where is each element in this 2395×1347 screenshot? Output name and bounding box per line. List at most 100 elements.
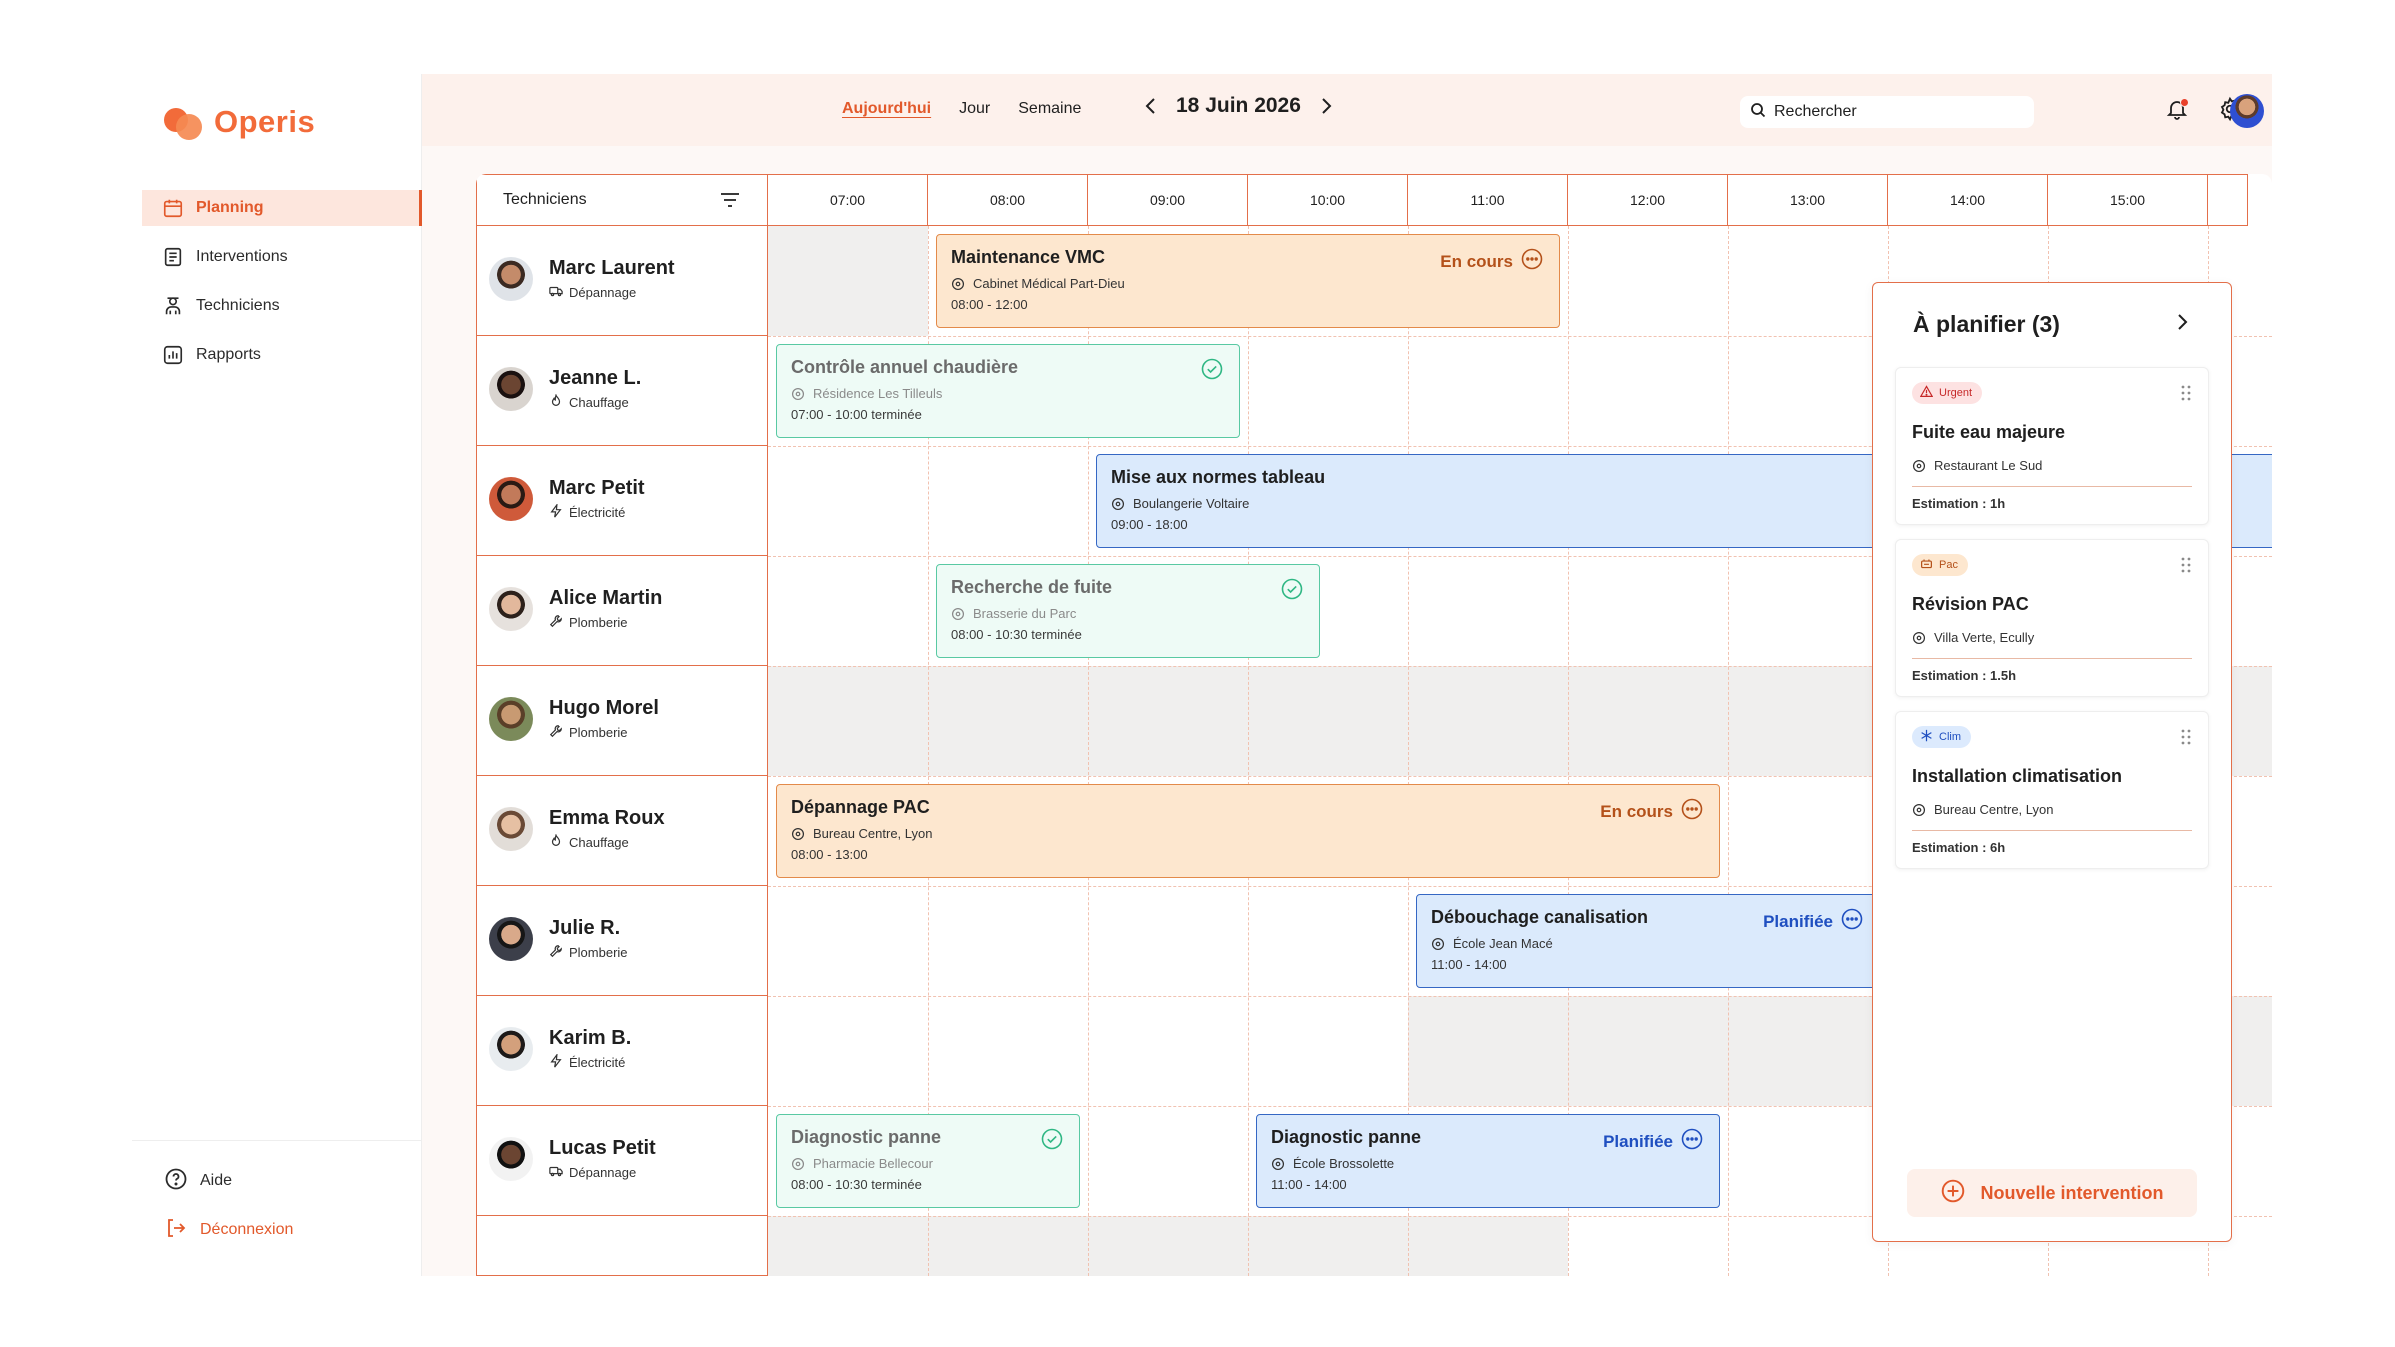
technician-row-header[interactable]: Marc Petit Électricité — [476, 446, 768, 556]
technician-avatar — [489, 367, 533, 411]
intervention-time: 08:00 - 10:30 terminée — [791, 1177, 922, 1192]
more-options-icon[interactable] — [1521, 248, 1543, 275]
intervention-location-label: École Jean Macé — [1453, 936, 1553, 951]
hour-header-1000: 10:00 — [1248, 174, 1408, 226]
technician-specialty-label: Dépannage — [569, 1165, 637, 1180]
notification-button[interactable] — [2162, 96, 2192, 126]
intervention-location: Bureau Centre, Lyon — [791, 826, 1705, 841]
intervention-location: Résidence Les Tilleuls — [791, 386, 1225, 401]
technician-avatar — [489, 257, 533, 301]
technician-row-header[interactable]: Marc Laurent Dépannage — [476, 226, 768, 336]
filter-icon[interactable] — [719, 189, 741, 216]
technicians-header: Techniciens — [476, 174, 768, 226]
technician-row-header[interactable]: Jeanne L. Chauffage — [476, 336, 768, 446]
location-pin-icon — [1271, 1157, 1285, 1170]
sidebar-item-planning[interactable]: Planning — [142, 190, 422, 226]
location-pin-icon — [791, 387, 805, 400]
intervention-card[interactable]: Recherche de fuite Brasserie du Parc 08:00… — [936, 564, 1320, 658]
logout-link[interactable]: Déconnexion — [132, 1218, 422, 1242]
new-intervention-label: Nouvelle intervention — [1980, 1182, 2164, 1203]
technician-row-header[interactable]: Julie R. Plomberie — [476, 886, 768, 996]
technician-avatar — [489, 587, 533, 631]
chevron-right-icon[interactable] — [1315, 95, 1337, 117]
to-schedule-card[interactable]: Pac Révision PAC Villa Verte, Ecully Estima… — [1895, 539, 2209, 697]
technician-name: Marc Petit — [549, 477, 645, 499]
technician-icon — [162, 295, 184, 317]
technician-specialty-label: Dépannage — [569, 285, 637, 300]
hour-header-1300: 13:00 — [1728, 174, 1888, 226]
intervention-card[interactable]: Débouchage canalisation École Jean Macé 11… — [1416, 894, 1880, 988]
help-label: Aide — [200, 1172, 233, 1189]
to-schedule-title: Fuite eau majeure — [1912, 422, 2066, 442]
sidebar-item-rapports[interactable]: Rapports — [142, 337, 422, 373]
drag-handle-icon[interactable] — [2180, 728, 2192, 751]
badge-label: Clim — [1939, 731, 1961, 743]
location-pin-icon — [951, 607, 965, 620]
intervention-time: 07:00 - 10:00 terminée — [791, 407, 922, 422]
sidebar-item-interventions[interactable]: Interventions — [142, 239, 422, 275]
technician-row-header[interactable]: Hugo Morel Plomberie — [476, 666, 768, 776]
hour-header-1200: 12:00 — [1568, 174, 1728, 226]
intervention-card[interactable]: Dépannage PAC Bureau Centre, Lyon 08:00 - … — [776, 784, 1720, 878]
technician-name: Hugo Morel — [549, 697, 659, 719]
van-icon — [549, 1164, 563, 1181]
to-schedule-card[interactable]: Clim Installation climatisation Bureau Cen… — [1895, 711, 2209, 869]
priority-badge: Clim — [1912, 726, 1971, 748]
intervention-title: Diagnostic panne — [791, 1127, 942, 1147]
technicians-header-label: Techniciens — [503, 191, 587, 208]
logout-label: Déconnexion — [200, 1221, 294, 1238]
technician-row-header[interactable]: Karim B. Électricité — [476, 996, 768, 1106]
intervention-location: École Jean Macé — [1431, 936, 1865, 951]
new-intervention-button[interactable]: Nouvelle intervention — [1907, 1169, 2197, 1217]
sidebar-item-techniciens[interactable]: Techniciens — [142, 288, 422, 324]
panel-title: À planifier (3) — [1913, 311, 2060, 337]
technician-row-header[interactable]: Lucas Petit Dépannage — [476, 1106, 768, 1216]
intervention-card[interactable]: Maintenance VMC Cabinet Médical Part-Dieu… — [936, 234, 1560, 328]
tab-week[interactable]: Semaine — [1018, 100, 1081, 118]
drag-handle-icon[interactable] — [2180, 556, 2192, 579]
user-avatar[interactable] — [2230, 94, 2264, 128]
badge-label: Urgent — [1939, 387, 1973, 399]
location-pin-icon — [791, 1157, 805, 1170]
to-schedule-estimate: Estimation : 1h — [1912, 496, 2006, 511]
search-input[interactable] — [1774, 103, 2014, 121]
technician-avatar — [489, 807, 533, 851]
chevron-right-icon[interactable] — [2175, 313, 2189, 336]
to-schedule-card[interactable]: Urgent Fuite eau majeure Restaurant Le Sud… — [1895, 367, 2209, 525]
technician-row-header[interactable]: Emma Roux Chauffage — [476, 776, 768, 886]
intervention-location: Brasserie du Parc — [951, 606, 1305, 621]
tab-today[interactable]: Aujourd'hui — [842, 100, 931, 118]
technician-name: Karim B. — [549, 1027, 632, 1049]
van-icon — [549, 284, 563, 301]
intervention-card[interactable]: Diagnostic panne Pharmacie Bellecour 08:00… — [776, 1114, 1080, 1208]
view-tabs: Aujourd'hui Jour Semaine — [842, 100, 1081, 118]
intervention-card[interactable]: Diagnostic panne École Brossolette 11:00 -… — [1256, 1114, 1720, 1208]
more-options-icon[interactable] — [1681, 798, 1703, 825]
technician-specialty-label: Chauffage — [569, 835, 629, 850]
help-link[interactable]: Aide — [132, 1168, 422, 1193]
more-options-icon[interactable] — [1841, 908, 1863, 935]
intervention-time: 11:00 - 14:00 — [1271, 1177, 1347, 1192]
logo[interactable]: Operis — [164, 104, 315, 140]
intervention-location-label: Résidence Les Tilleuls — [813, 386, 943, 401]
priority-badge: Pac — [1912, 554, 1968, 576]
hour-header-1400: 14:00 — [1888, 174, 2048, 226]
intervention-title: Recherche de fuite — [951, 577, 1113, 597]
intervention-card[interactable]: Contrôle annuel chaudière Résidence Les T… — [776, 344, 1240, 438]
hour-header-overflow — [2208, 174, 2248, 226]
drag-handle-icon[interactable] — [2180, 384, 2192, 407]
intervention-location: École Brossolette — [1271, 1156, 1705, 1171]
tab-day[interactable]: Jour — [959, 100, 990, 118]
chevron-left-icon[interactable] — [1140, 95, 1162, 117]
hour-header-1500: 15:00 — [2048, 174, 2208, 226]
to-schedule-location-label: Villa Verte, Ecully — [1934, 630, 2035, 645]
more-options-icon[interactable] — [1681, 1128, 1703, 1155]
technician-specialty: Plomberie — [549, 724, 628, 741]
technician-avatar — [489, 1137, 533, 1181]
location-pin-icon — [791, 827, 805, 840]
technician-row-header[interactable]: Alice Martin Plomberie — [476, 556, 768, 666]
technician-specialty: Chauffage — [549, 393, 629, 411]
technician-row-header-partial — [476, 1216, 768, 1276]
to-schedule-location-label: Restaurant Le Sud — [1934, 458, 2043, 473]
badge-label: Pac — [1939, 559, 1958, 571]
